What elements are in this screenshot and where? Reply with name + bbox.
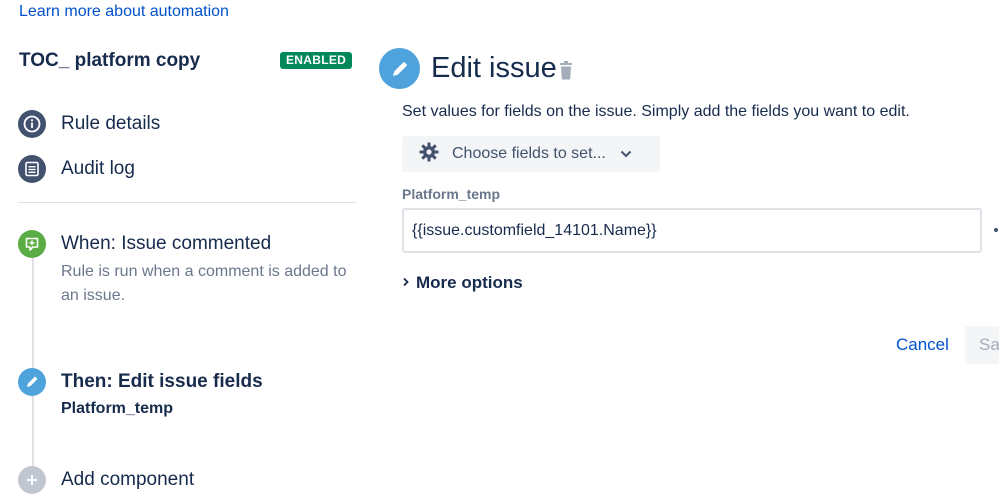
- more-options-label: More options: [416, 273, 523, 292]
- choose-fields-label: Choose fields to set...: [452, 145, 606, 162]
- sidebar-divider: [18, 202, 356, 203]
- pencil-icon: [379, 48, 420, 89]
- comment-plus-icon: [18, 230, 46, 258]
- more-options-toggle[interactable]: More options: [402, 273, 523, 293]
- trigger-description: Rule is run when a comment is added to a…: [61, 263, 347, 304]
- nav-item-audit-log[interactable]: Audit log: [18, 155, 135, 183]
- action-subtitle: Platform_temp: [61, 400, 174, 417]
- action-step[interactable]: Then: Edit issue fields Platform_temp: [18, 368, 263, 418]
- list-icon: [18, 155, 46, 183]
- info-icon: [18, 110, 46, 138]
- learn-more-link[interactable]: Learn more about automation: [19, 3, 229, 21]
- pencil-icon: [18, 368, 46, 396]
- gear-icon: [418, 141, 440, 168]
- chevron-right-icon: [402, 274, 410, 292]
- trash-icon[interactable]: [557, 60, 575, 87]
- save-button[interactable]: Save: [965, 326, 999, 364]
- platform-temp-input[interactable]: [402, 208, 982, 253]
- chevron-down-icon: [620, 145, 632, 163]
- rule-name: TOC_ platform copy: [19, 50, 201, 71]
- nav-label-audit-log: Audit log: [61, 158, 135, 179]
- nav-item-rule-details[interactable]: Rule details: [18, 110, 160, 138]
- trigger-title: When: Issue commented: [61, 233, 272, 254]
- status-badge: ENABLED: [280, 52, 353, 69]
- panel-title: Edit issue: [431, 52, 557, 84]
- action-title: Then: Edit issue fields: [61, 371, 263, 392]
- nav-label-rule-details: Rule details: [61, 113, 161, 134]
- panel-help-text: Set values for fields on the issue. Simp…: [402, 103, 910, 120]
- cancel-button[interactable]: Cancel: [886, 328, 959, 362]
- choose-fields-button[interactable]: Choose fields to set...: [402, 136, 660, 172]
- trigger-step[interactable]: When: Issue commented Rule is run when a…: [18, 230, 361, 308]
- add-component-label: Add component: [61, 469, 195, 490]
- add-component-button[interactable]: Add component: [18, 466, 194, 494]
- platform-temp-label: Platform_temp: [402, 186, 501, 202]
- plus-icon: [18, 466, 46, 494]
- field-options-handle[interactable]: [994, 228, 998, 232]
